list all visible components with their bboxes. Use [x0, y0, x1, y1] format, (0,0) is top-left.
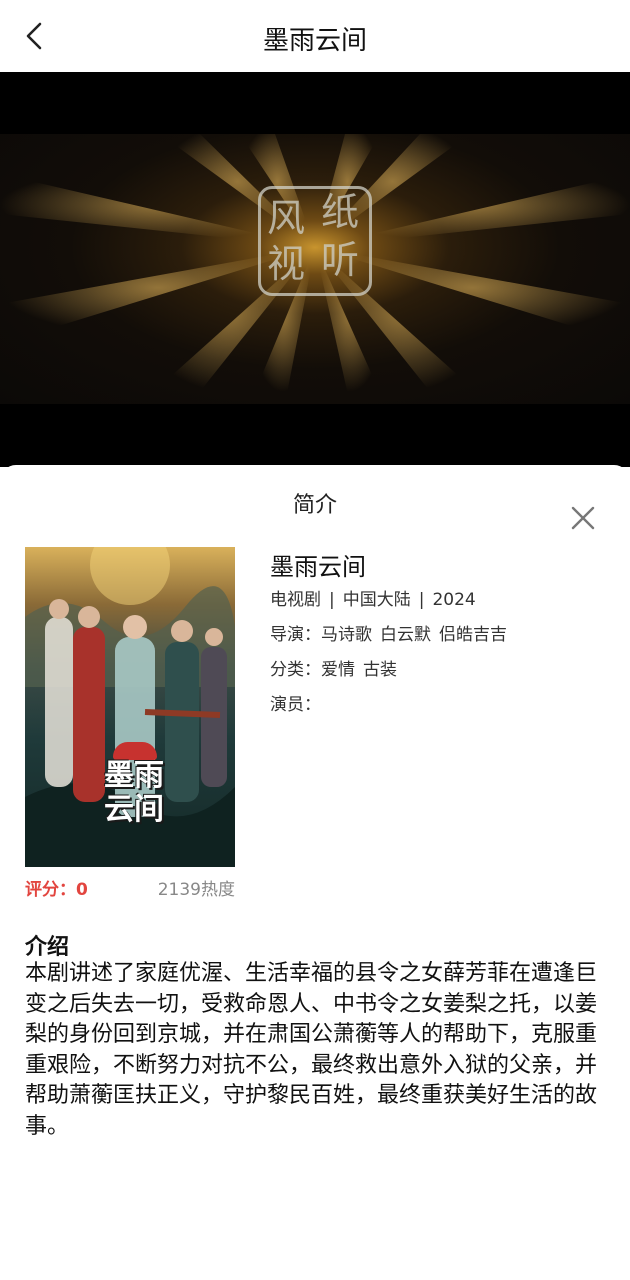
video-player[interactable]: 风 纸 视 听 — [0, 72, 630, 467]
sheet-title: 简介 — [292, 493, 337, 518]
meta-line: 电视剧 | 中国大陆 | 2024 — [270, 590, 476, 610]
page-title: 墨雨云间 — [262, 26, 367, 56]
close-button[interactable] — [566, 501, 600, 535]
close-icon — [571, 506, 595, 530]
rating-score: 评分：0 — [25, 880, 88, 900]
drama-title: 墨雨云间 — [270, 553, 366, 581]
drama-info: 墨雨云间 电视剧 | 中国大陆 | 2024 导演：马诗歌 白云默 侣皓吉吉 分类：爱情 古装… — [270, 547, 610, 723]
category-label: 分类： — [270, 660, 321, 680]
cast-line: 演员： — [270, 688, 610, 723]
logo-char: 视 — [267, 242, 306, 286]
logo-char: 风 — [267, 196, 306, 240]
channel-logo: 风 纸 视 听 — [258, 186, 372, 296]
category-line: 分类：爱情 古装 — [270, 653, 610, 688]
poster-title: 墨雨云间 — [104, 758, 164, 827]
director-label: 导演： — [270, 625, 321, 645]
intro-heading: 介绍 — [25, 935, 70, 960]
director-name: 马诗歌 — [321, 625, 372, 645]
logo-char: 纸 — [321, 190, 360, 234]
cast-label: 演员： — [270, 695, 321, 715]
top-bar: 墨雨云间 — [0, 0, 630, 72]
category-tag: 古装 — [363, 660, 397, 680]
heat-count: 2139热度 — [157, 880, 235, 900]
director-name: 白云默 — [380, 625, 431, 645]
drama-year: 2024 — [432, 590, 476, 610]
info-sheet: 简介 墨雨云间 评分：0 2139热度 墨雨云间 电视剧 | 中国大陆 | 20… — [0, 465, 630, 1280]
drama-region: 中国大陆 — [342, 590, 411, 610]
rating-row: 评分：0 2139热度 — [25, 875, 235, 900]
intro-section: 介绍 本剧讲述了家庭优渥、生活幸福的县令之女薛芳菲在遭逢巨变之后失去一切，受救命… — [25, 929, 605, 1142]
director-line: 导演：马诗歌 白云默 侣皓吉吉 — [270, 618, 610, 653]
drama-type: 电视剧 — [270, 590, 321, 610]
logo-char: 听 — [321, 238, 360, 282]
director-name: 侣皓吉吉 — [439, 625, 507, 645]
drama-poster[interactable]: 墨雨云间 — [25, 547, 235, 867]
intro-text: 本剧讲述了家庭优渥、生活幸福的县令之女薛芳菲在遭逢巨变之后失去一切，受救命恩人、… — [25, 961, 598, 1139]
category-tag: 爱情 — [321, 660, 355, 680]
